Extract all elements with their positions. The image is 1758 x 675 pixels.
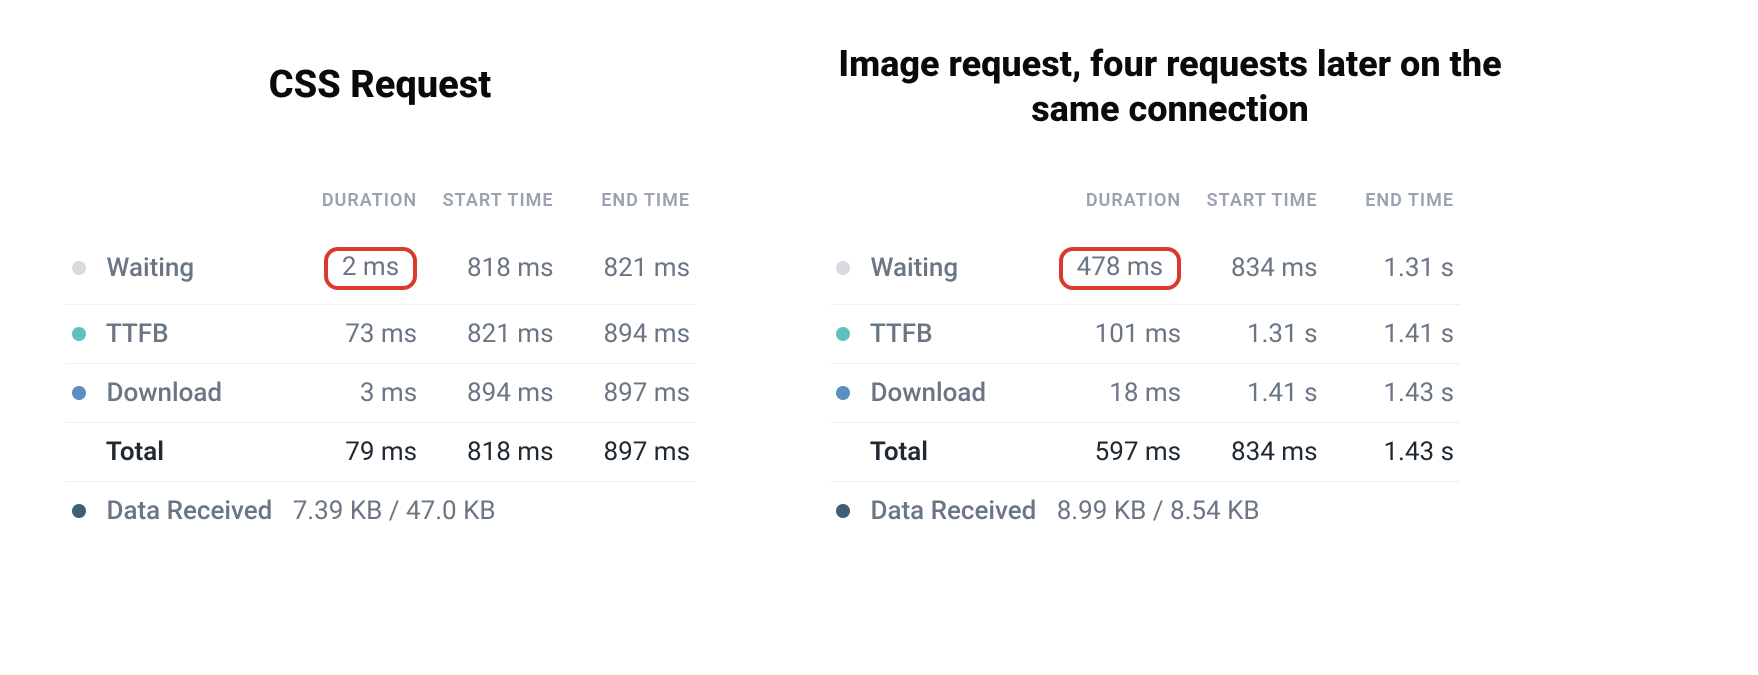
right-download-duration: 18 ms (1051, 363, 1187, 422)
right-col-end: END TIME (1324, 180, 1460, 233)
right-data-label: Data Received (870, 496, 1036, 526)
highlight-left-waiting: 2 ms (324, 247, 417, 290)
dot-download-icon (836, 386, 850, 400)
left-total-start: 818 ms (423, 422, 559, 481)
right-ttfb-label: TTFB (870, 319, 933, 349)
right-data-value: 8.99 KB / 8.54 KB (1051, 481, 1460, 540)
right-ttfb-start: 1.31 s (1187, 304, 1323, 363)
left-total-end: 897 ms (560, 422, 696, 481)
right-total-label: Total (870, 437, 928, 467)
dot-download-icon (72, 386, 86, 400)
right-col-spacer (830, 180, 1051, 233)
right-waiting-label: Waiting (870, 253, 958, 283)
right-total-duration: 597 ms (1051, 422, 1187, 481)
dot-data-icon (72, 504, 86, 518)
right-row-waiting: Waiting 478 ms 834 ms 1.31 s (830, 233, 1460, 304)
left-row-data-received: Data Received 7.39 KB / 47.0 KB (66, 481, 696, 540)
left-download-duration: 3 ms (287, 363, 423, 422)
left-ttfb-start: 821 ms (423, 304, 559, 363)
left-ttfb-label: TTFB (106, 319, 169, 349)
right-row-total: Total 597 ms 834 ms 1.43 s (830, 422, 1460, 481)
left-col-end: END TIME (560, 180, 696, 233)
left-row-total: Total 79 ms 818 ms 897 ms (66, 422, 696, 481)
left-row-ttfb: TTFB 73 ms 821 ms 894 ms (66, 304, 696, 363)
right-download-end: 1.43 s (1324, 363, 1460, 422)
comparison-figure: CSS Request Image request, four requests… (0, 0, 1758, 675)
right-waiting-duration: 478 ms (1051, 233, 1187, 304)
right-timings-table: DURATION START TIME END TIME Waiting 478… (830, 180, 1460, 540)
left-total-duration: 79 ms (287, 422, 423, 481)
left-panel-title: CSS Request (70, 62, 690, 110)
right-col-start: START TIME (1187, 180, 1323, 233)
left-col-duration: DURATION (287, 180, 423, 233)
dot-ttfb-icon (72, 327, 86, 341)
right-row-data-received: Data Received 8.99 KB / 8.54 KB (830, 481, 1460, 540)
left-ttfb-duration: 73 ms (287, 304, 423, 363)
left-download-end: 897 ms (560, 363, 696, 422)
left-data-label: Data Received (106, 496, 272, 526)
dot-ttfb-icon (836, 327, 850, 341)
right-ttfb-duration: 101 ms (1051, 304, 1187, 363)
left-col-spacer (66, 180, 287, 233)
right-download-label: Download (870, 378, 986, 408)
left-col-start: START TIME (423, 180, 559, 233)
left-row-download: Download 3 ms 894 ms 897 ms (66, 363, 696, 422)
right-total-start: 834 ms (1187, 422, 1323, 481)
left-waiting-end: 821 ms (560, 233, 696, 304)
left-total-label: Total (106, 437, 164, 467)
right-waiting-start: 834 ms (1187, 233, 1323, 304)
left-timings-table: DURATION START TIME END TIME Waiting 2 m… (66, 180, 696, 540)
dot-waiting-icon (72, 261, 86, 275)
left-ttfb-end: 894 ms (560, 304, 696, 363)
left-waiting-duration: 2 ms (287, 233, 423, 304)
left-data-value: 7.39 KB / 47.0 KB (287, 481, 696, 540)
left-waiting-start: 818 ms (423, 233, 559, 304)
right-panel-title: Image request, four requests later on th… (820, 42, 1520, 132)
highlight-right-waiting: 478 ms (1059, 247, 1182, 290)
left-row-waiting: Waiting 2 ms 818 ms 821 ms (66, 233, 696, 304)
left-download-start: 894 ms (423, 363, 559, 422)
right-col-duration: DURATION (1051, 180, 1187, 233)
right-total-end: 1.43 s (1324, 422, 1460, 481)
right-waiting-end: 1.31 s (1324, 233, 1460, 304)
dot-waiting-icon (836, 261, 850, 275)
dot-data-icon (836, 504, 850, 518)
right-row-ttfb: TTFB 101 ms 1.31 s 1.41 s (830, 304, 1460, 363)
right-row-download: Download 18 ms 1.41 s 1.43 s (830, 363, 1460, 422)
right-download-start: 1.41 s (1187, 363, 1323, 422)
right-ttfb-end: 1.41 s (1324, 304, 1460, 363)
left-waiting-label: Waiting (106, 253, 194, 283)
left-download-label: Download (106, 378, 222, 408)
